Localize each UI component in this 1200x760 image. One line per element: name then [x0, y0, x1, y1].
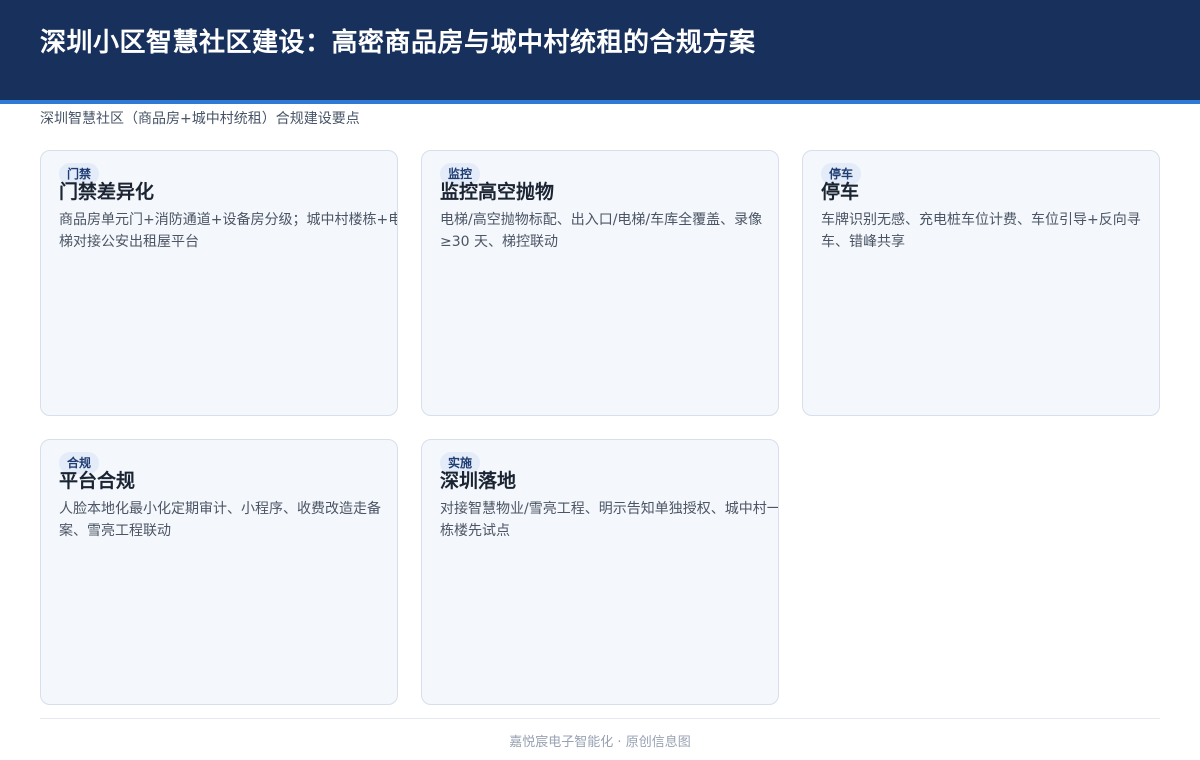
page-header: 深圳小区智慧社区建设：高密商品房与城中村统租的合规方案	[0, 0, 1200, 104]
card-shenzhen-implementation: 实施 深圳落地 对接智慧物业/雪亮工程、明示告知单独授权、城中村一栋楼先试点	[421, 439, 779, 705]
card-grid: 门禁 门禁差异化 商品房单元门+消防通道+设备房分级；城中村楼栋+电梯对接公安出…	[40, 150, 1160, 706]
card-platform-compliance: 合规 平台合规 人脸本地化最小化定期审计、小程序、收费改造走备案、雪亮工程联动	[40, 439, 398, 705]
card-description: 电梯/高空抛物标配、出入口/电梯/车库全覆盖、录像≥30 天、梯控联动	[440, 212, 763, 250]
card-description: 商品房单元门+消防通道+设备房分级；城中村楼栋+电梯对接公安出租屋平台	[59, 212, 398, 250]
card-description: 人脸本地化最小化定期审计、小程序、收费改造走备案、雪亮工程联动	[59, 501, 381, 539]
card-access-control: 门禁 门禁差异化 商品房单元门+消防通道+设备房分级；城中村楼栋+电梯对接公安出…	[40, 150, 398, 416]
card-surveillance: 监控 监控高空抛物 电梯/高空抛物标配、出入口/电梯/车库全覆盖、录像≥30 天…	[421, 150, 779, 416]
card-title: 平台合规	[59, 470, 136, 492]
card-title: 深圳落地	[440, 470, 517, 492]
page-title: 深圳小区智慧社区建设：高密商品房与城中村统租的合规方案	[40, 28, 756, 58]
page-subtitle: 深圳智慧社区（商品房+城中村统租）合规建设要点	[40, 111, 360, 127]
card-title: 门禁差异化	[59, 181, 155, 203]
footer-divider	[40, 718, 1160, 719]
card-description: 车牌识别无感、充电桩车位计费、车位引导+反向寻车、错峰共享	[821, 212, 1141, 250]
card-parking: 停车 停车 车牌识别无感、充电桩车位计费、车位引导+反向寻车、错峰共享	[802, 150, 1160, 416]
card-title: 监控高空抛物	[440, 181, 555, 203]
card-description: 对接智慧物业/雪亮工程、明示告知单独授权、城中村一栋楼先试点	[440, 501, 779, 539]
footer-credit: 嘉悦宸电子智能化 · 原创信息图	[509, 735, 691, 750]
card-title: 停车	[821, 181, 860, 203]
